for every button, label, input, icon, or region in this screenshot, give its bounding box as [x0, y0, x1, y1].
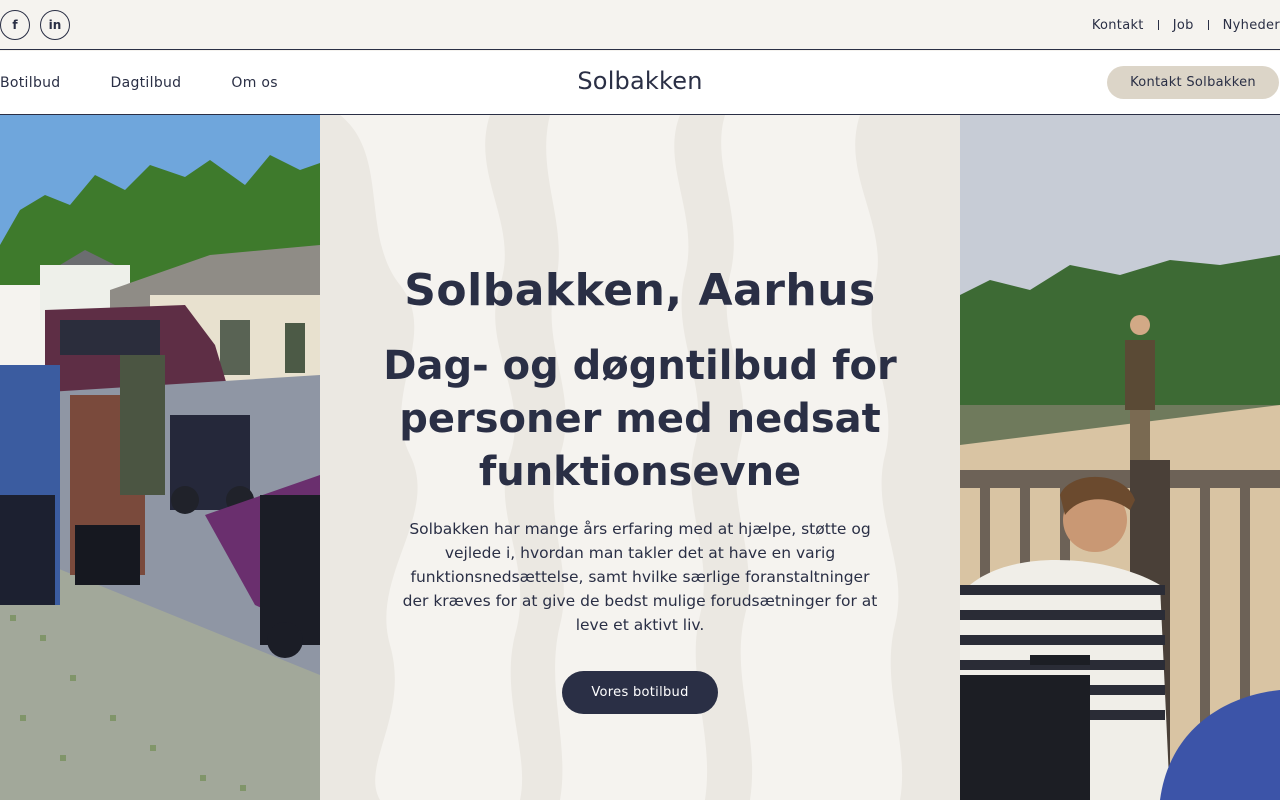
hero-content-panel: Solbakken, Aarhus Dag- og døgntilbud for… — [320, 115, 960, 800]
facebook-icon[interactable]: f — [0, 10, 30, 40]
link-nyheder[interactable]: Nyheder — [1223, 18, 1280, 33]
linkedin-icon[interactable]: in — [40, 10, 70, 40]
utility-links: Kontakt Job Nyheder — [1092, 0, 1280, 50]
hero-photo-left — [0, 115, 320, 800]
site-logo[interactable]: Solbakken — [0, 67, 1280, 95]
top-utility-bar: f in Kontakt Job Nyheder — [0, 0, 1280, 50]
divider — [1207, 20, 1209, 30]
hero-photo-right — [960, 115, 1280, 800]
hero-subtitle: Dag- og døgntilbud for personer med neds… — [383, 343, 897, 495]
hero-description: Solbakken har mange års erfaring med at … — [402, 520, 878, 634]
link-job[interactable]: Job — [1173, 18, 1194, 33]
vores-botilbud-button[interactable]: Vores botilbud — [562, 671, 718, 714]
main-navigation: Botilbud Dagtilbud Om os Solbakken Konta… — [0, 51, 1280, 115]
contact-solbakken-button[interactable]: Kontakt Solbakken — [1107, 66, 1279, 99]
hero-section: Solbakken, Aarhus Dag- og døgntilbud for… — [0, 115, 1280, 800]
link-kontakt[interactable]: Kontakt — [1092, 18, 1144, 33]
hero-title: Solbakken, Aarhus — [404, 265, 876, 316]
divider — [1157, 20, 1159, 30]
